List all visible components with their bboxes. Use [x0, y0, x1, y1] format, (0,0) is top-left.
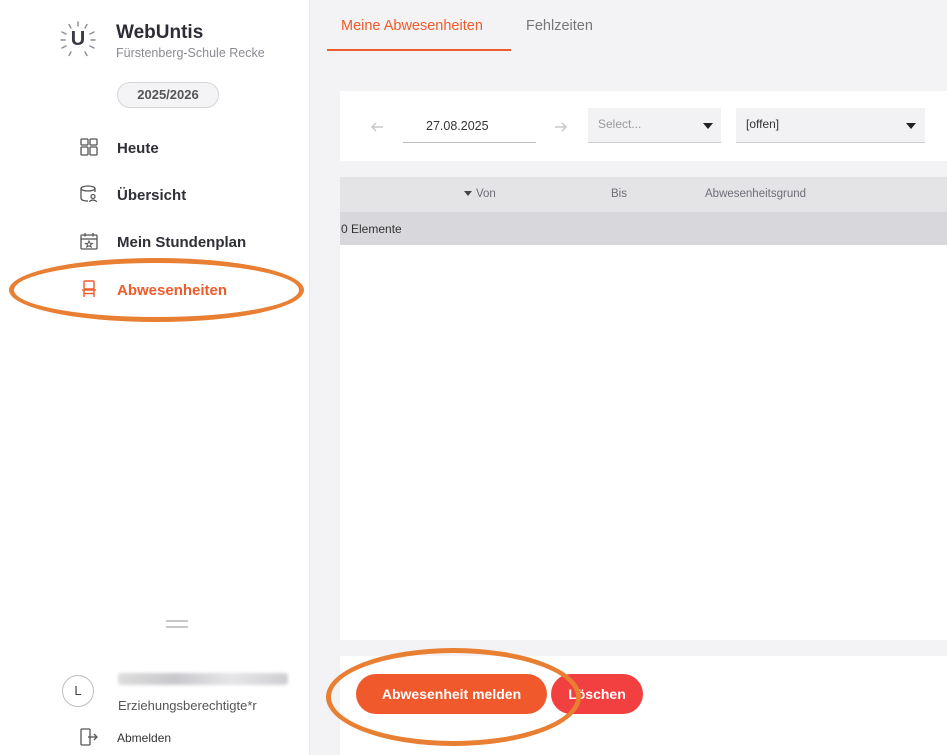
- app-name: WebUntis: [116, 22, 204, 43]
- logout-icon: [80, 728, 98, 746]
- sidebar-item-stundenplan[interactable]: Mein Stundenplan: [0, 222, 310, 262]
- drag-handle-icon[interactable]: [166, 620, 188, 628]
- absences-table: Von Bis Abwesenheitsgrund 0 Elemente: [340, 177, 947, 640]
- brand: U WebUntis Fürstenberg-Schule Recke: [58, 20, 265, 60]
- sidebar: U WebUntis Fürstenberg-Schule Recke 2025…: [0, 0, 310, 755]
- sort-desc-icon: [464, 191, 472, 196]
- calendar-icon: [80, 233, 98, 250]
- sidebar-item-label: Abwesenheiten: [117, 282, 228, 299]
- avatar: L: [62, 675, 94, 707]
- column-header-grund[interactable]: Abwesenheitsgrund: [705, 188, 806, 200]
- active-tab-indicator: [327, 49, 511, 51]
- delete-button[interactable]: Löschen: [551, 674, 643, 714]
- user-name-redacted: [118, 673, 288, 685]
- chevron-down-icon: [906, 123, 916, 129]
- element-count: 0 Elemente: [341, 222, 402, 236]
- sidebar-item-label: Übersicht: [117, 187, 187, 204]
- student-select[interactable]: Select...: [588, 108, 721, 143]
- date-value: 27.08.2025: [426, 119, 489, 133]
- school-year-selector[interactable]: 2025/2026: [117, 82, 219, 108]
- logout-label: Abmelden: [117, 731, 172, 745]
- sidebar-item-heute[interactable]: Heute: [0, 128, 310, 168]
- sidebar-item-abwesenheiten[interactable]: Abwesenheiten: [0, 270, 310, 310]
- overview-icon: [80, 185, 98, 203]
- chevron-down-icon: [703, 123, 713, 129]
- report-absence-button[interactable]: Abwesenheit melden: [356, 674, 547, 714]
- previous-date-arrow-icon[interactable]: [370, 120, 384, 134]
- status-select[interactable]: [offen]: [736, 108, 925, 143]
- select-value: [offen]: [746, 117, 780, 131]
- next-date-arrow-icon[interactable]: [554, 120, 568, 134]
- select-placeholder: Select...: [598, 117, 642, 131]
- group-row: 0 Elemente: [340, 212, 947, 245]
- column-header-bis[interactable]: Bis: [611, 188, 627, 200]
- tab-meine-abwesenheiten[interactable]: Meine Abwesenheiten: [341, 18, 483, 34]
- user-role: Erziehungsberechtigte*r: [118, 698, 257, 713]
- column-header-von[interactable]: Von: [464, 188, 496, 200]
- grid-icon: [80, 138, 98, 156]
- sidebar-item-label: Heute: [117, 140, 159, 157]
- chair-icon: [82, 280, 96, 297]
- sidebar-item-label: Mein Stundenplan: [117, 234, 247, 251]
- sidebar-item-uebersicht[interactable]: Übersicht: [0, 175, 310, 215]
- webuntis-logo-icon: U: [58, 20, 98, 60]
- table-header: Von Bis Abwesenheitsgrund: [340, 177, 947, 212]
- date-field[interactable]: 27.08.2025: [403, 110, 536, 143]
- school-name: Fürstenberg-Schule Recke: [116, 46, 265, 60]
- tab-fehlzeiten[interactable]: Fehlzeiten: [526, 18, 593, 34]
